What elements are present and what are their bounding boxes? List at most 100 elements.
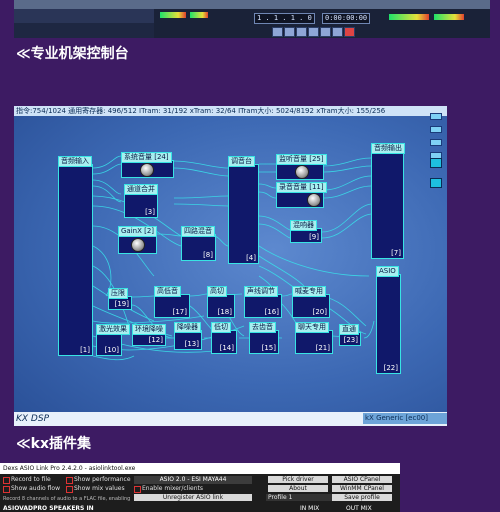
driver-header: ASIO 2.0 - ESI MAYA44 [134,476,252,484]
module-title: 音频输入 [58,156,92,167]
side-button[interactable] [430,139,442,146]
window-title: Dexs ASIO Link Pro 2.4.2.0 - asiolinktoo… [0,463,400,474]
show-values-label: Show mix values [74,485,125,492]
level-meter [434,14,464,20]
module-index: [8] [203,251,213,259]
module-title: 直通 [339,324,359,335]
volume-knob[interactable] [295,165,309,179]
connector-icon [430,158,442,168]
module-title: 混响器 [290,220,317,231]
dsp-module[interactable]: 音频输出 [7] [371,143,405,259]
back-button[interactable] [284,27,295,37]
module-title: 调音台 [228,156,255,167]
dsp-module[interactable]: 去齿音 [15] [249,322,279,354]
save-profile-button[interactable]: Save profile [332,494,392,501]
module-index: [23] [343,336,358,344]
rewind-button[interactable] [272,27,283,37]
side-button[interactable] [430,126,442,133]
module-title: 四路混音 [181,226,215,237]
dsp-module[interactable]: GainX [2] [118,226,158,254]
module-index: [15] [261,344,276,352]
volume-knob[interactable] [307,193,321,207]
dsp-module[interactable]: 聊天专用 [21] [295,322,333,354]
pick-driver-button[interactable]: Pick driver [268,476,328,483]
dsp-module[interactable]: 音频输入 [1] [58,156,93,356]
show-perf-label: Show performance [74,476,131,483]
dsp-module[interactable]: 喊麦专用 [20] [292,286,330,318]
dsp-module[interactable]: 激光效果 [10] [96,324,130,356]
dsp-module[interactable]: 声线调节 [16] [244,286,282,318]
dsp-module[interactable]: 混响器 [9] [290,220,322,243]
dsp-title: KX DSP [16,414,49,424]
record-button[interactable] [344,27,355,37]
play-button[interactable] [320,27,331,37]
dsp-module[interactable]: 高切 [18] [207,286,235,318]
module-index: [13] [184,340,199,348]
speakers-channel: ASIOVADPRO SPEAKERS IN [3,505,94,512]
asio-link-window: Dexs ASIO Link Pro 2.4.2.0 - asiolinktoo… [0,463,400,512]
module-title: 通道合并 [124,184,158,195]
module-index: [18] [217,308,232,316]
show-values-checkbox[interactable] [66,486,73,493]
dsp-module[interactable]: 低切 [14] [211,322,237,354]
asio-cpanel-button[interactable]: ASIO CPanel [332,476,392,483]
dsp-module[interactable]: 高低音 [17] [154,286,190,318]
module-index: [14] [219,344,234,352]
enable-checkbox[interactable] [134,486,141,493]
stop-button[interactable] [332,27,343,37]
module-title: 高低音 [154,286,181,297]
dsp-footer: KX DSP kX Generic [ec00] [14,412,447,426]
about-button[interactable]: About [268,485,328,492]
record-checkbox[interactable] [3,477,10,484]
daw-menu-bar [14,0,490,9]
position-display: 1 . 1 . 1 . 0 [254,13,315,24]
dsp-module[interactable]: 调音台 [4] [228,156,259,264]
module-index: [19] [114,300,129,308]
module-title: 降噪器 [174,322,201,333]
side-button[interactable] [430,113,442,120]
module-title: 录音音量 [11] [276,182,327,193]
dsp-module[interactable]: 系统音量 [24] [121,152,174,178]
level-meter [389,14,429,20]
daw-top-strip: 1 . 1 . 1 . 0 0:00:00:00 [14,0,490,38]
module-index: [20] [312,308,327,316]
module-title: GainX [2] [118,226,158,237]
winmm-cpanel-button[interactable]: WinMM CPanel [332,485,392,492]
forward-button[interactable] [296,27,307,37]
module-title: 去齿音 [249,322,276,333]
module-title: 高切 [207,286,227,297]
level-meter [160,12,186,18]
record-label: Record to file [11,476,51,483]
show-perf-checkbox[interactable] [66,477,73,484]
module-title: 低切 [211,322,231,333]
show-flow-checkbox[interactable] [3,486,10,493]
time-display: 0:00:00:00 [322,13,371,24]
dsp-module[interactable]: 降噪器 [13] [174,322,202,350]
profile-select[interactable]: Profile 1 [266,494,332,501]
gain-knob[interactable] [131,238,145,252]
fast-forward-button[interactable] [308,27,319,37]
volume-knob[interactable] [140,163,154,177]
daw-transport-panel: 1 . 1 . 1 . 0 0:00:00:00 [154,9,490,38]
dsp-module[interactable]: 直通 [23] [339,324,361,346]
dsp-module[interactable]: 压限 [19] [108,288,132,310]
dsp-module[interactable]: 通道合并 [3] [124,184,158,218]
dsp-module[interactable]: 四路混音 [8] [181,226,216,261]
module-index: [10] [104,346,119,354]
show-flow-label: Show audio flow [11,485,60,492]
record-description: Record 8 channels of audio to a FLAC fil… [3,496,131,502]
section-heading-console: ≪专业机架控制台 [16,46,129,62]
module-title: 音频输出 [371,143,405,154]
dsp-module[interactable]: 录音音量 [11] [276,182,327,208]
dsp-module[interactable]: 环境降噪 [12] [132,324,166,346]
module-index: [7] [391,249,401,257]
dsp-module[interactable]: ASIO [22] [376,266,401,374]
module-title: ASIO [376,266,399,277]
dsp-module[interactable]: 监听音量 [25] [276,154,327,180]
module-index: [9] [309,233,319,241]
unregister-button[interactable]: Unregister ASIO link [134,494,252,501]
out-mix-label: OUT MIX [346,505,372,512]
module-index: [4] [246,254,256,262]
module-title: 监听音量 [25] [276,154,327,165]
asio-panel: Record to file Show audio flow Show perf… [0,474,400,512]
